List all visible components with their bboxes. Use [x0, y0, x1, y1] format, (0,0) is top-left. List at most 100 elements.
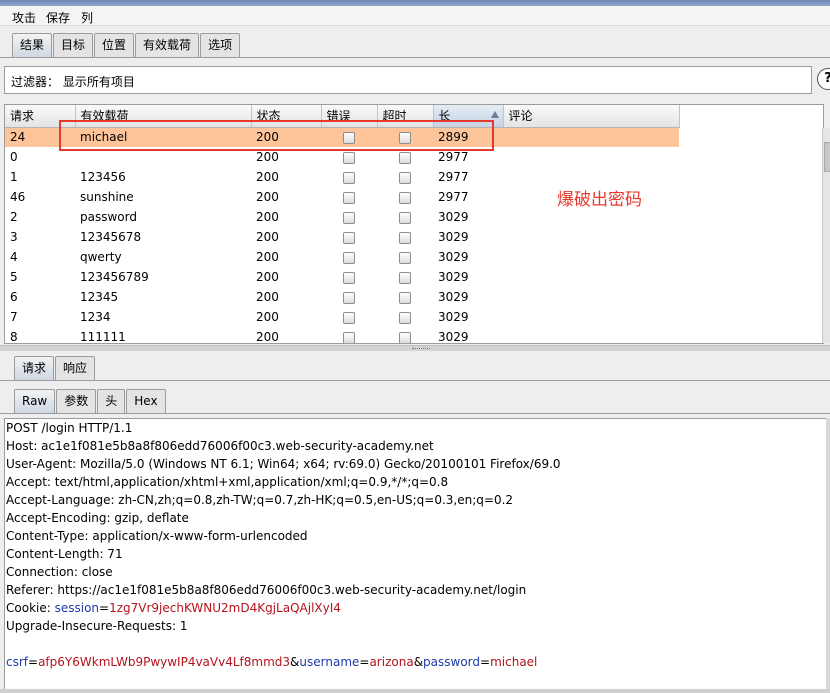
error-checkbox: [343, 331, 355, 343]
cell-error: [321, 267, 377, 287]
cell-timeout: [377, 187, 433, 207]
col-header-timeout[interactable]: 超时: [377, 105, 434, 128]
tab-target[interactable]: 目标: [53, 33, 94, 57]
menu-bar: 攻击 保存 列: [0, 6, 830, 26]
request-line: Host: ac1e1f081e5b8a8f806edd76006f00c3.w…: [6, 439, 434, 453]
cell-comment: [503, 247, 679, 267]
error-checkbox: [343, 291, 355, 304]
filter-bar[interactable]: 过滤器： 显示所有项目: [4, 66, 812, 94]
cell-length: 2977: [438, 170, 469, 184]
request-line: Accept-Encoding: gzip, deflate: [6, 511, 189, 525]
col-header-status[interactable]: 状态: [251, 105, 322, 128]
timeout-checkbox: [399, 311, 411, 324]
cell-request: 46: [10, 190, 26, 204]
cell-timeout: [377, 207, 433, 227]
cell-error: [321, 187, 377, 207]
error-checkbox: [343, 171, 355, 184]
tab-positions[interactable]: 位置: [94, 33, 135, 57]
cell-length: 3029: [438, 310, 469, 324]
table-row[interactable]: 6 12345 200 3029: [5, 287, 679, 307]
cell-request: 24: [5, 127, 75, 147]
menu-columns[interactable]: 列: [81, 9, 93, 26]
cell-payload: sunshine: [80, 190, 134, 204]
cell-request: 6: [10, 290, 18, 304]
cell-request: 2: [10, 210, 18, 224]
cell-status: 200: [256, 270, 279, 284]
tab-options[interactable]: 选项: [200, 33, 241, 57]
request-line: Accept: text/html,application/xhtml+xml,…: [6, 475, 449, 489]
cell-request: 5: [10, 270, 18, 284]
col-header-payload[interactable]: 有效载荷: [75, 105, 252, 128]
col-header-comment[interactable]: 评论: [503, 105, 680, 128]
cell-comment: [503, 267, 679, 287]
cell-error: [321, 207, 377, 227]
menu-attack[interactable]: 攻击: [12, 9, 36, 26]
table-row[interactable]: 5 123456789 200 3029: [5, 267, 679, 287]
cell-length: 3029: [438, 250, 469, 264]
cell-comment: [503, 307, 679, 327]
request-line: POST /login HTTP/1.1: [6, 421, 133, 435]
cell-status: 200: [256, 330, 279, 344]
table-row[interactable]: 7 1234 200 3029: [5, 307, 679, 327]
cell-request: 8: [10, 330, 18, 344]
cell-timeout: [377, 267, 433, 287]
table-row[interactable]: 3 12345678 200 3029: [5, 227, 679, 247]
col-header-length-label: 长: [438, 109, 451, 124]
tab-payloads[interactable]: 有效载荷: [135, 33, 200, 57]
pane-splitter[interactable]: [0, 345, 830, 351]
table-row[interactable]: 4 qwerty 200 3029: [5, 247, 679, 267]
tab-params[interactable]: 参数: [56, 389, 97, 413]
table-row[interactable]: 1 123456 200 2977: [5, 167, 679, 187]
cell-comment: [503, 227, 679, 247]
cell-payload: [75, 147, 251, 167]
help-icon[interactable]: ?: [817, 68, 830, 90]
scrollbar-thumb[interactable]: [824, 142, 830, 172]
param-name: password: [423, 655, 481, 669]
menu-save[interactable]: 保存: [46, 9, 70, 26]
param-value: afp6Y6WkmLWb9PwywIP4vaVv4Lf8mmd3: [38, 655, 291, 669]
cell-status: 200: [256, 150, 279, 164]
param-value: arizona: [369, 655, 414, 669]
cell-comment: [503, 127, 679, 147]
tab-hex[interactable]: Hex: [126, 389, 166, 413]
request-line: Connection: close: [6, 565, 113, 579]
request-line: Referer: https://ac1e1f081e5b8a8f806edd7…: [6, 583, 527, 597]
tab-results[interactable]: 结果: [12, 33, 53, 57]
table-row[interactable]: 8 111111 200 3029: [5, 327, 679, 344]
col-header-length[interactable]: 长: [433, 105, 504, 128]
timeout-checkbox: [399, 291, 411, 304]
cell-length: 3029: [438, 330, 469, 344]
cell-timeout: [377, 307, 433, 327]
request-editor[interactable]: POST /login HTTP/1.1 Host: ac1e1f081e5b8a…: [4, 418, 828, 692]
cell-timeout: [377, 147, 433, 167]
cell-payload: 123456789: [80, 270, 149, 284]
timeout-checkbox: [399, 231, 411, 244]
tab-request[interactable]: 请求: [14, 356, 55, 380]
timeout-checkbox: [399, 211, 411, 224]
tab-headers[interactable]: 头: [97, 389, 126, 413]
cell-comment: [503, 207, 679, 227]
cell-request: 0: [10, 150, 18, 164]
splitter-grip[interactable]: [412, 348, 430, 350]
cell-status: 200: [256, 190, 279, 204]
cell-status: 200: [256, 290, 279, 304]
table-row[interactable]: 0 200 2977: [5, 147, 679, 167]
error-checkbox: [343, 251, 355, 264]
col-header-error[interactable]: 错误: [321, 105, 378, 128]
editor-scrollbar[interactable]: [826, 418, 830, 692]
request-line: Content-Type: application/x-www-form-url…: [6, 529, 308, 543]
cell-length: 2977: [438, 150, 469, 164]
table-row[interactable]: 2 password 200 3029: [5, 207, 679, 227]
table-scrollbar[interactable]: [822, 128, 830, 343]
cell-error: [321, 167, 377, 187]
cell-error: [321, 227, 377, 247]
cell-payload: 12345: [80, 290, 119, 304]
col-header-request[interactable]: 请求: [5, 105, 76, 128]
param-value: michael: [490, 655, 538, 669]
tab-response[interactable]: 响应: [55, 356, 96, 380]
table-row[interactable]: 24 michael 200 2899: [5, 127, 679, 147]
cell-comment: [503, 147, 679, 167]
error-checkbox: [343, 151, 355, 164]
timeout-checkbox: [399, 171, 411, 184]
tab-raw[interactable]: Raw: [14, 389, 56, 413]
